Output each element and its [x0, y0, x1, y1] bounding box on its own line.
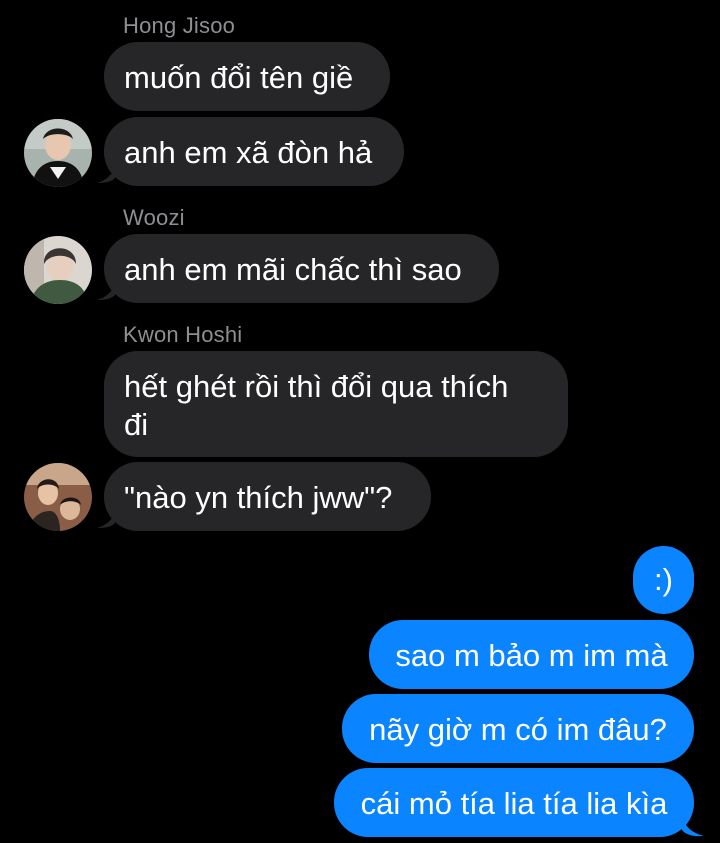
bubble-tail-icon [97, 283, 115, 300]
bubble-tail-icon [97, 166, 115, 183]
message-text: anh em xã đòn hả [124, 135, 373, 170]
message-text: :) [654, 562, 673, 597]
avatar-photo-icon [24, 463, 92, 531]
avatar-photo-icon [24, 236, 92, 304]
message-text: cái mỏ tía lia tía lia kìa [360, 786, 668, 821]
message-bubble-outgoing[interactable]: nãy giờ m có im đâu? [342, 694, 694, 763]
message-bubble-outgoing[interactable]: sao m bảo m im mà [369, 620, 694, 689]
message-text: nãy giờ m có im đâu? [369, 712, 667, 747]
avatar[interactable] [24, 119, 92, 187]
message-text: anh em mãi chấc thì sao [124, 252, 462, 287]
message-bubble[interactable]: anh em mãi chấc thì sao [104, 234, 499, 303]
message-text: "nào yn thích jww"? [124, 480, 393, 515]
message-bubble-outgoing[interactable]: :) [633, 546, 694, 614]
bubble-tail-icon [97, 511, 115, 528]
sender-name: Hong Jisoo [123, 13, 236, 38]
message-text-line: hết ghét rồi thì đổi qua thích [124, 369, 509, 404]
message-text: sao m bảo m im mà [395, 638, 668, 673]
message-bubble[interactable]: anh em xã đòn hả [104, 117, 404, 186]
message-text: muốn đổi tên giề [124, 60, 354, 95]
message-text-line: đi [124, 407, 149, 442]
sender-name: Kwon Hoshi [123, 322, 243, 347]
avatar[interactable] [24, 463, 92, 531]
sender-name: Woozi [123, 205, 185, 230]
message-bubble[interactable]: "nào yn thích jww"? [104, 462, 431, 531]
message-bubble[interactable]: muốn đổi tên giề [104, 42, 390, 111]
avatar[interactable] [24, 236, 92, 304]
avatar-photo-icon [24, 119, 92, 187]
message-thread: Hong Jisoo muốn đổi tên giề anh em xã đò… [0, 0, 720, 843]
message-bubble-outgoing[interactable]: cái mỏ tía lia tía lia kìa [334, 768, 694, 837]
bubble-tail-icon [682, 816, 704, 837]
message-bubble[interactable]: hết ghét rồi thì đổi qua thích đi [104, 351, 568, 457]
